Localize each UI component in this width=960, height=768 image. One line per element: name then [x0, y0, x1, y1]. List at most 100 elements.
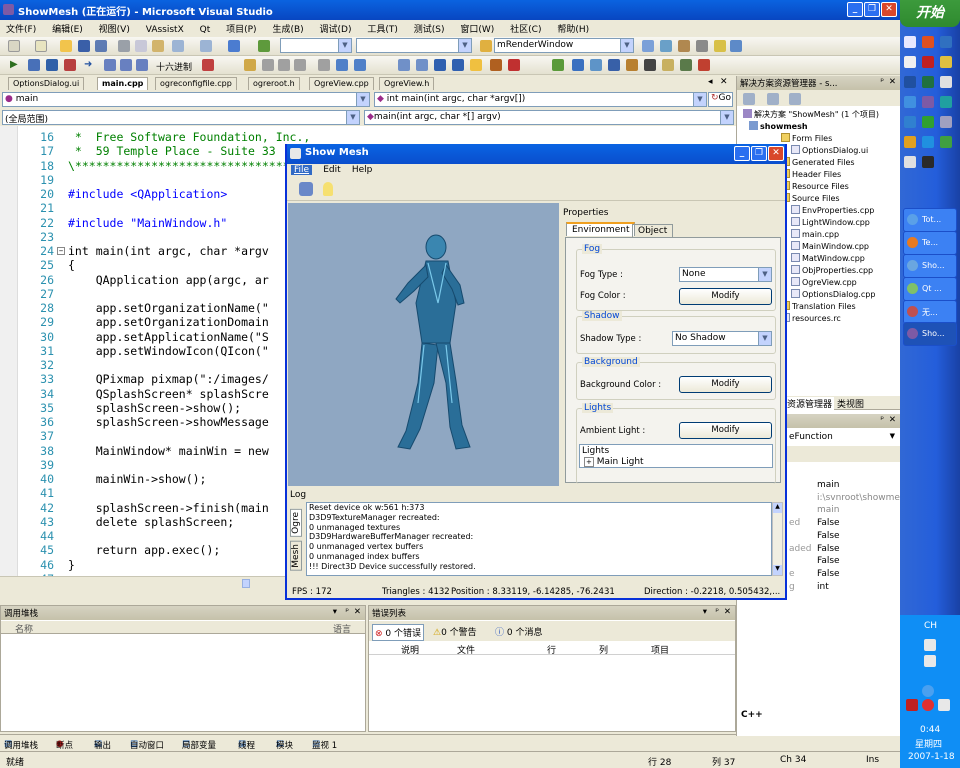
menu-edit[interactable]: 编辑(E) [52, 22, 83, 35]
step-over-icon[interactable] [120, 59, 132, 71]
property-value[interactable]: False [817, 518, 840, 528]
col-name[interactable]: 名称 [15, 622, 33, 635]
vax-paste-icon[interactable] [626, 59, 638, 71]
expand-icon[interactable]: + [584, 457, 594, 467]
menu-build[interactable]: 生成(B) [272, 22, 303, 35]
undo-icon[interactable] [172, 40, 184, 52]
vax-methods-icon[interactable] [590, 59, 602, 71]
tab-ogreroot-h[interactable]: ogreroot.h [248, 77, 300, 90]
ql-excel-icon[interactable] [922, 76, 934, 88]
tray-help-icon[interactable] [924, 639, 936, 651]
ql-vs-icon[interactable] [904, 96, 916, 108]
taskbar-button[interactable]: Te... [903, 231, 957, 255]
next-bookmark-icon[interactable] [354, 59, 366, 71]
vax-spell-icon[interactable] [680, 59, 692, 71]
property-value[interactable]: False [817, 544, 840, 554]
add-item-icon[interactable] [35, 40, 47, 52]
ql-folder-icon[interactable] [940, 56, 952, 68]
menu-community[interactable]: 社区(C) [510, 22, 541, 35]
vax-file-icon[interactable] [662, 59, 674, 71]
menu-vassistx[interactable]: VAssistX [146, 25, 184, 35]
fog-color-modify-button[interactable]: Modify [679, 288, 772, 305]
vax-header-icon[interactable] [644, 59, 656, 71]
open-icon[interactable] [60, 40, 72, 52]
menu-file[interactable]: 文件(F) [6, 22, 36, 35]
ql-acrobat-icon[interactable] [922, 56, 934, 68]
col-description[interactable]: 说明 [401, 643, 419, 656]
language-indicator[interactable]: CH [924, 621, 937, 631]
ql-calc-icon[interactable] [940, 136, 952, 148]
qt-designer-icon[interactable] [398, 59, 410, 71]
vax-refactor-icon[interactable] [552, 59, 564, 71]
qt-linguist-icon[interactable] [416, 59, 428, 71]
vax-list-icon[interactable] [572, 59, 584, 71]
ql-explorer-icon[interactable] [940, 116, 952, 128]
vax-highlight-icon[interactable] [698, 59, 710, 71]
solution-item[interactable]: MainWindow.cpp [791, 241, 869, 251]
ql-paint-icon[interactable] [904, 156, 916, 168]
show-mesh-minimize-button[interactable]: _ [734, 146, 750, 161]
col-column[interactable]: 列 [599, 643, 608, 656]
solution-item[interactable]: Source Files [781, 193, 840, 203]
restart-icon[interactable] [64, 59, 76, 71]
sm-menu-help[interactable]: Help [352, 165, 373, 175]
render-viewport[interactable] [288, 203, 559, 486]
save-all-icon[interactable] [95, 40, 107, 52]
tab-solution-explorer[interactable]: 资源管理器 [785, 397, 835, 410]
vax-find-icon[interactable] [508, 59, 520, 71]
menu-qt[interactable]: Qt [200, 25, 211, 35]
tab-ogreconfigfile-cpp[interactable]: ogreconfigfile.cpp [155, 77, 237, 90]
tab-main-cpp[interactable]: main.cpp [97, 77, 149, 90]
ql-firefox-icon[interactable] [922, 36, 934, 48]
properties-object-combo[interactable]: eFunction ▼ [787, 431, 897, 446]
tools-icon[interactable] [696, 40, 708, 52]
qt-options-icon[interactable] [452, 59, 464, 71]
ql-notepad-icon[interactable] [904, 56, 916, 68]
show-next-statement-icon[interactable]: ➜ [84, 59, 96, 71]
solution-item[interactable]: Generated Files [781, 157, 855, 167]
function-scope-combo[interactable]: ◆main(int argc, char *[] argv) ▼ [364, 110, 734, 125]
save-icon[interactable] [78, 40, 90, 52]
errors-filter-button[interactable]: ⊗ 0 个错误 [372, 624, 425, 641]
solution-item[interactable]: OgreView.cpp [791, 277, 857, 287]
solution-root[interactable]: 解决方案 "ShowMesh" (1 个项目) [743, 109, 879, 120]
outdent-icon[interactable] [294, 59, 306, 71]
col-file[interactable]: 文件 [457, 643, 475, 656]
sm-menu-edit[interactable]: Edit [323, 165, 340, 175]
solution-item[interactable]: resources.rc [781, 313, 841, 323]
new-project-icon[interactable] [8, 40, 20, 52]
call-stack-close-icon[interactable]: ✕ [354, 607, 361, 617]
ql-mail-icon[interactable] [940, 76, 952, 88]
col-line[interactable]: 行 [547, 643, 556, 656]
call-stack-pin-icon[interactable]: ᵖ [345, 607, 349, 617]
ql-ie-icon[interactable] [940, 36, 952, 48]
uncomment-icon[interactable] [262, 59, 274, 71]
stop-debug-icon[interactable] [46, 59, 58, 71]
menu-help[interactable]: 帮助(H) [557, 22, 589, 35]
property-value[interactable]: i:\svnroot\showmes [817, 493, 905, 503]
solution-item[interactable]: MatWindow.cpp [791, 253, 865, 263]
properties-icon[interactable] [743, 93, 755, 105]
sm-menu-file[interactable]: File [291, 165, 313, 175]
clock-time[interactable]: 0:44 [920, 725, 940, 735]
class-view-icon[interactable] [714, 40, 726, 52]
solution-item[interactable]: Form Files [781, 133, 832, 143]
ql-vs2005-icon[interactable] [922, 96, 934, 108]
command-window-icon[interactable] [730, 40, 742, 52]
log-output[interactable]: Reset device ok w:561 h:373 D3D9TextureMa… [306, 502, 772, 576]
log-tab-ogre[interactable]: Ogre [290, 509, 302, 537]
show-mesh-titlebar[interactable]: Show Mesh _ ❐ ✕ [287, 144, 785, 164]
start-button[interactable]: 开始 [900, 0, 960, 27]
menu-view[interactable]: 视图(V) [99, 22, 130, 35]
ql-cmd-icon[interactable] [922, 156, 934, 168]
step-into-icon[interactable] [104, 59, 116, 71]
tray-antivirus-icon[interactable] [906, 699, 918, 711]
solution-item[interactable]: LightWindow.cpp [791, 217, 870, 227]
fold-toggle-icon[interactable]: − [57, 247, 65, 255]
tray-expand-icon[interactable] [922, 685, 934, 697]
maximize-button[interactable]: ❐ [864, 2, 880, 17]
warnings-filter-button[interactable]: ⚠0 个警告 [433, 625, 477, 638]
ql-media-icon[interactable] [904, 116, 916, 128]
ambient-light-modify-button[interactable]: Modify [679, 422, 772, 439]
tab-close-icon[interactable]: ✕ [720, 77, 728, 87]
